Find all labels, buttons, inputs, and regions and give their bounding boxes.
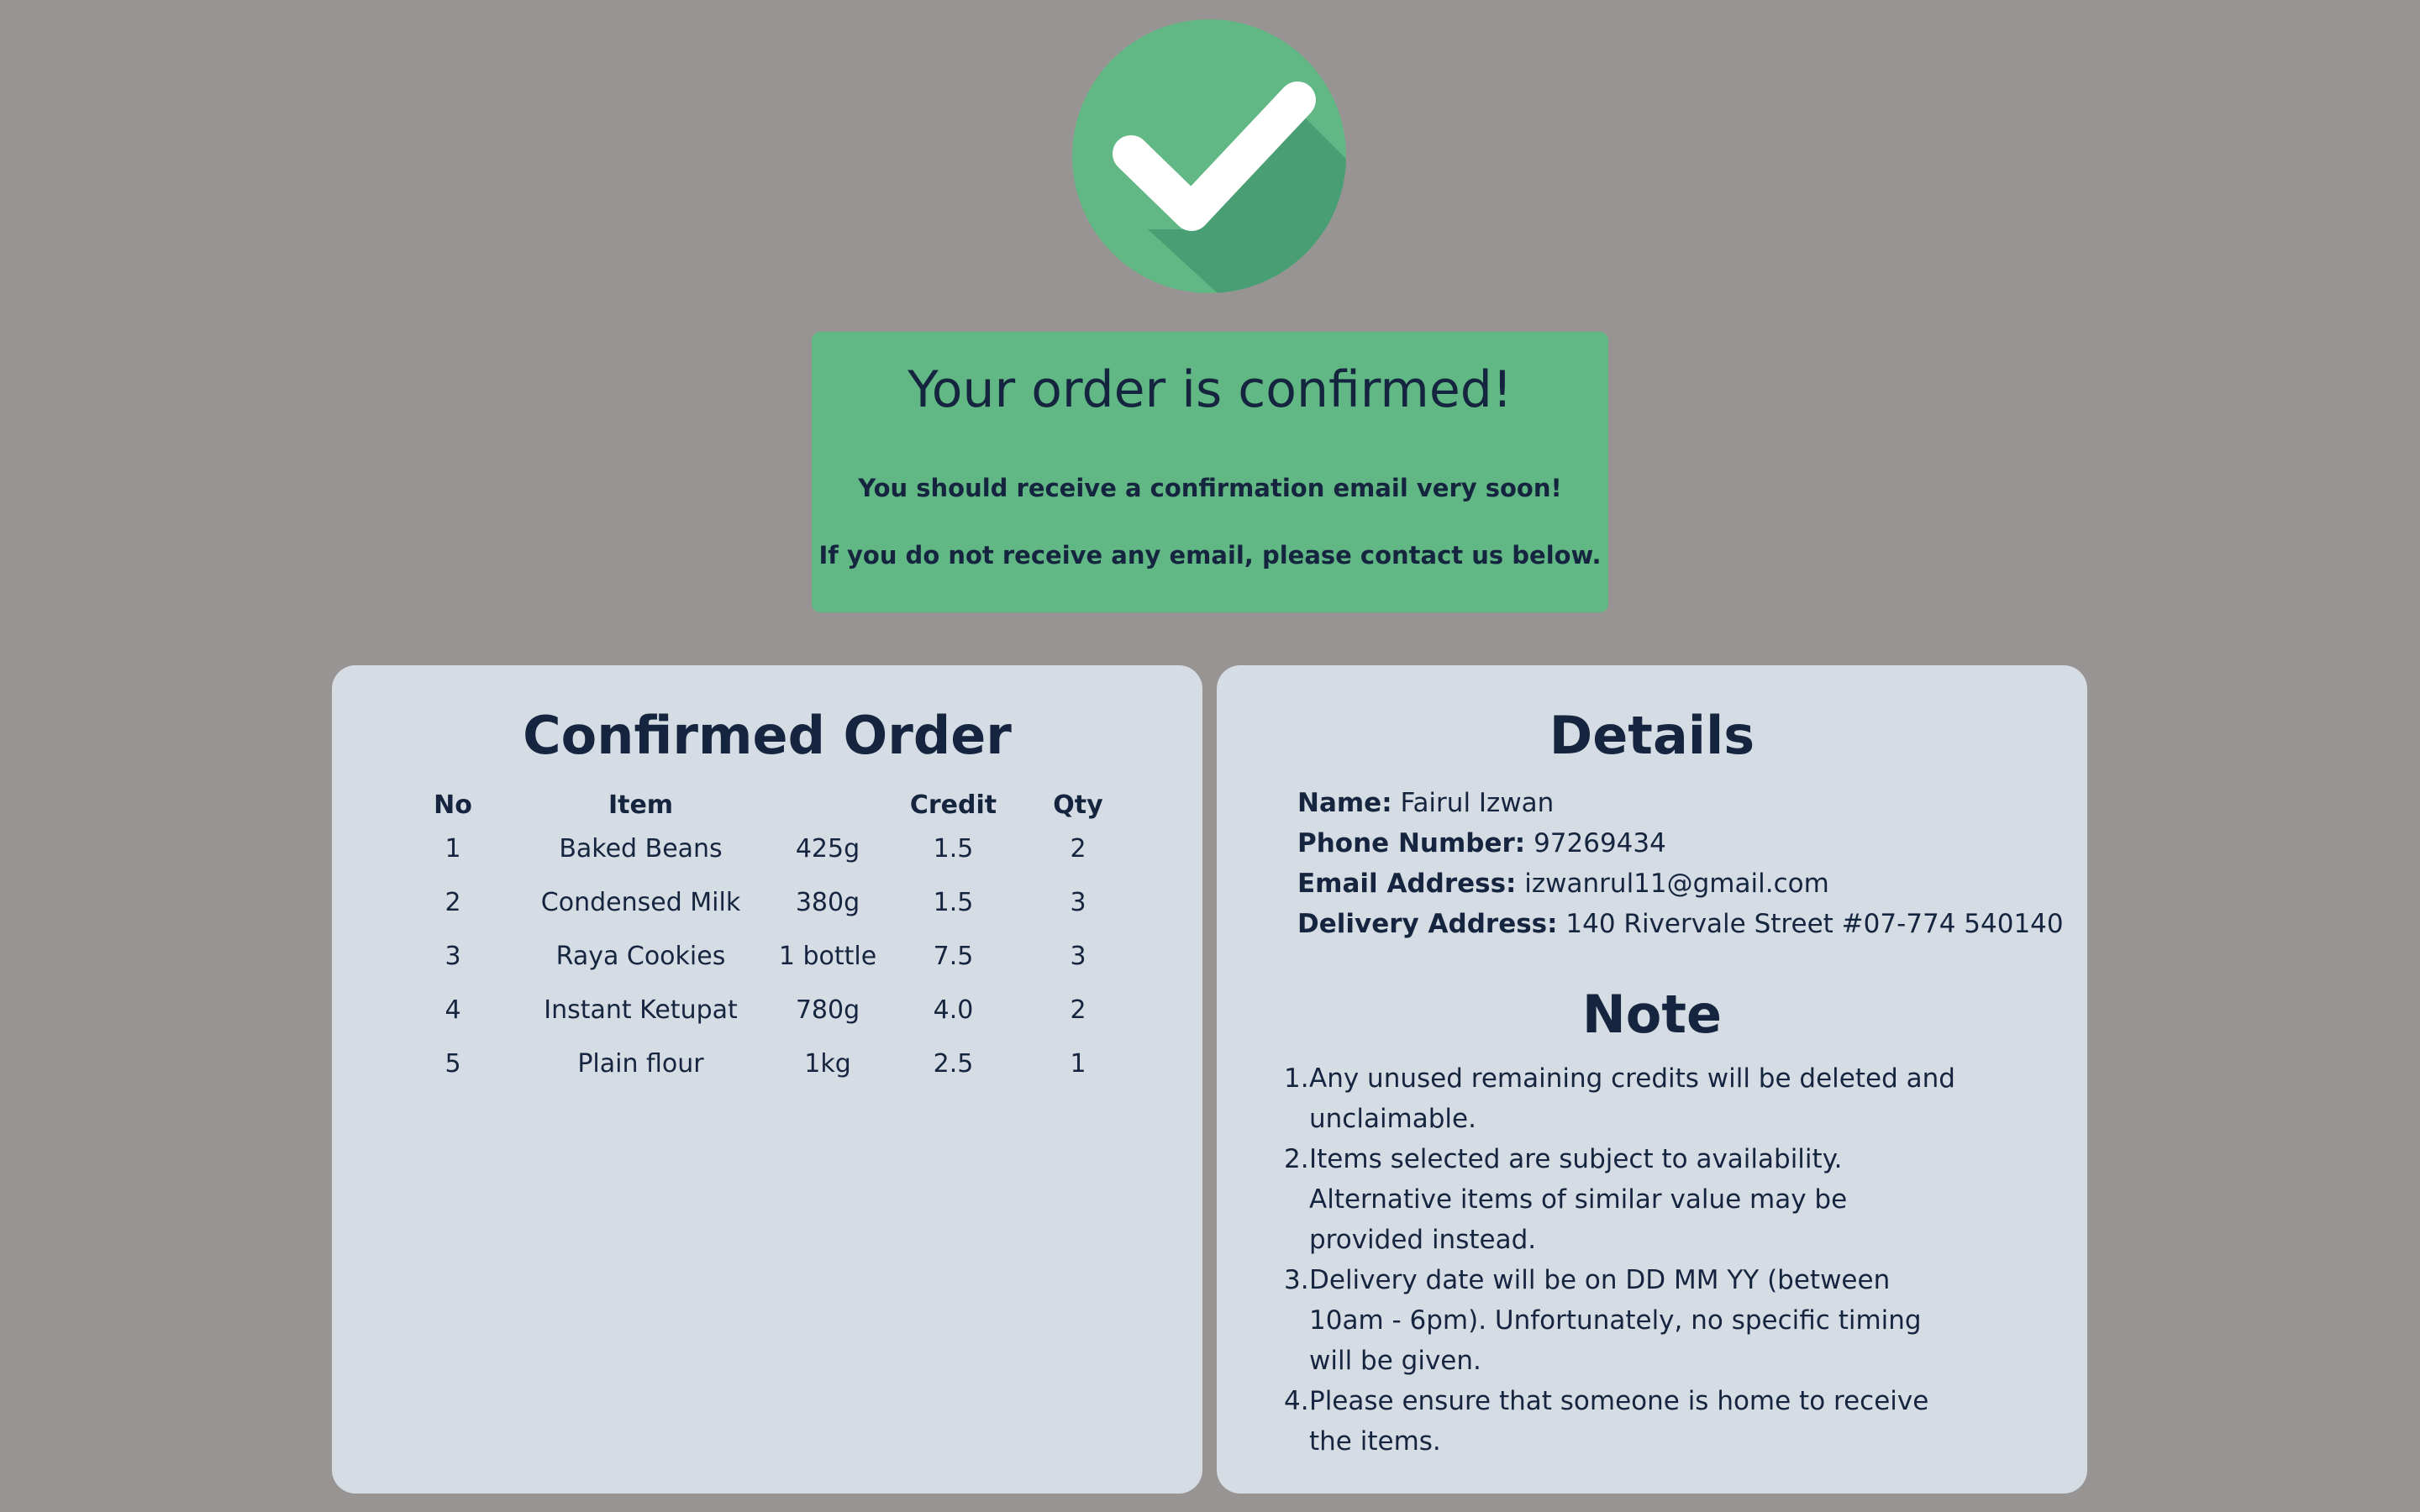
note-number: 2. [1284, 1144, 1309, 1174]
row-size: 780g [795, 995, 860, 1025]
header-qty: Qty [1053, 790, 1103, 820]
row-credit: 1.5 [933, 887, 974, 917]
confirmed-order-title: Confirmed Order [523, 705, 1012, 766]
detail-label: Name: [1297, 788, 1392, 818]
row-qty: 3 [1070, 941, 1086, 971]
row-size: 1kg [804, 1048, 851, 1079]
table-row: 3 Raya Cookies 1 bottle 7.5 3 [382, 929, 1147, 983]
row-size: 1 bottle [778, 941, 877, 971]
header-credit: Credit [909, 790, 997, 820]
confirmation-banner: Your order is confirmed! You should rece… [812, 332, 1608, 612]
detail-value: Fairul Izwan [1400, 788, 1555, 818]
detail-value: izwanrul11@gmail.com [1524, 869, 1829, 899]
banner-message-contact: If you do not receive any email, please … [818, 541, 1602, 570]
details-card: Details Name: Fairul Izwan Phone Number:… [1217, 665, 2087, 1494]
order-table: No Item Credit Qty 1 Baked Beans 425g 1.… [382, 788, 1147, 1090]
row-item: Raya Cookies [555, 941, 726, 971]
table-row: 1 Baked Beans 425g 1.5 2 [382, 822, 1147, 875]
detail-label: Email Address: [1297, 869, 1517, 899]
note-text: Any unused remaining credits will be del… [1309, 1063, 1955, 1134]
row-size: 425g [795, 833, 860, 864]
detail-label: Phone Number: [1297, 828, 1526, 858]
details-list: Name: Fairul Izwan Phone Number: 9726943… [1297, 783, 2064, 944]
row-qty: 1 [1070, 1048, 1086, 1079]
detail-email: Email Address: izwanrul11@gmail.com [1297, 864, 2064, 904]
row-qty: 2 [1070, 833, 1086, 864]
note-number: 4. [1284, 1386, 1309, 1416]
table-row: 2 Condensed Milk 380g 1.5 3 [382, 875, 1147, 929]
detail-value: 140 Rivervale Street #07-774 540140 [1565, 909, 2064, 939]
detail-delivery-address: Delivery Address: 140 Rivervale Street #… [1297, 904, 2064, 944]
note-item: 4. Please ensure that someone is home to … [1284, 1381, 1965, 1462]
note-number: 3. [1284, 1265, 1309, 1295]
row-no: 1 [445, 833, 461, 864]
header-size [758, 788, 897, 822]
row-item: Instant Ketupat [544, 995, 738, 1025]
note-item: 1. Any unused remaining credits will be d… [1284, 1058, 1965, 1139]
row-credit: 1.5 [933, 833, 974, 864]
row-item: Baked Beans [559, 833, 723, 864]
details-title: Details [1549, 705, 1755, 766]
header-no: No [434, 790, 472, 820]
detail-name: Name: Fairul Izwan [1297, 783, 2064, 823]
row-item: Plain flour [577, 1048, 704, 1079]
row-qty: 2 [1070, 995, 1086, 1025]
row-size: 380g [795, 887, 860, 917]
row-qty: 3 [1070, 887, 1086, 917]
row-no: 2 [445, 887, 461, 917]
row-credit: 7.5 [933, 941, 974, 971]
detail-value: 97269434 [1534, 828, 1666, 858]
note-item: 2. Items selected are subject to availabi… [1284, 1139, 1965, 1260]
note-text: Delivery date will be on DD MM YY (betwe… [1309, 1265, 1922, 1376]
banner-message-email: You should receive a confirmation email … [858, 474, 1562, 502]
confirmed-order-card: Confirmed Order No Item Credit Qty 1 Bak… [332, 665, 1202, 1494]
row-credit: 2.5 [933, 1048, 974, 1079]
note-text: Items selected are subject to availabili… [1309, 1144, 1848, 1255]
row-no: 5 [445, 1048, 461, 1079]
detail-phone: Phone Number: 97269434 [1297, 823, 2064, 864]
note-item: 3. Delivery date will be on DD MM YY (bet… [1284, 1260, 1965, 1381]
note-title: Note [1581, 984, 1723, 1045]
check-circle-icon [1072, 19, 1346, 293]
note-number: 1. [1284, 1063, 1309, 1094]
detail-label: Delivery Address: [1297, 909, 1558, 939]
table-header-row: No Item Credit Qty [382, 788, 1147, 822]
row-credit: 4.0 [933, 995, 974, 1025]
table-row: 4 Instant Ketupat 780g 4.0 2 [382, 983, 1147, 1037]
banner-title: Your order is confirmed! [908, 360, 1512, 419]
row-item: Condensed Milk [540, 887, 741, 917]
note-text: Please ensure that someone is home to re… [1309, 1386, 1929, 1457]
header-item: Item [608, 790, 674, 820]
note-list: 1. Any unused remaining credits will be d… [1284, 1058, 1965, 1462]
row-no: 4 [445, 995, 461, 1025]
table-row: 5 Plain flour 1kg 2.5 1 [382, 1037, 1147, 1090]
row-no: 3 [445, 941, 461, 971]
